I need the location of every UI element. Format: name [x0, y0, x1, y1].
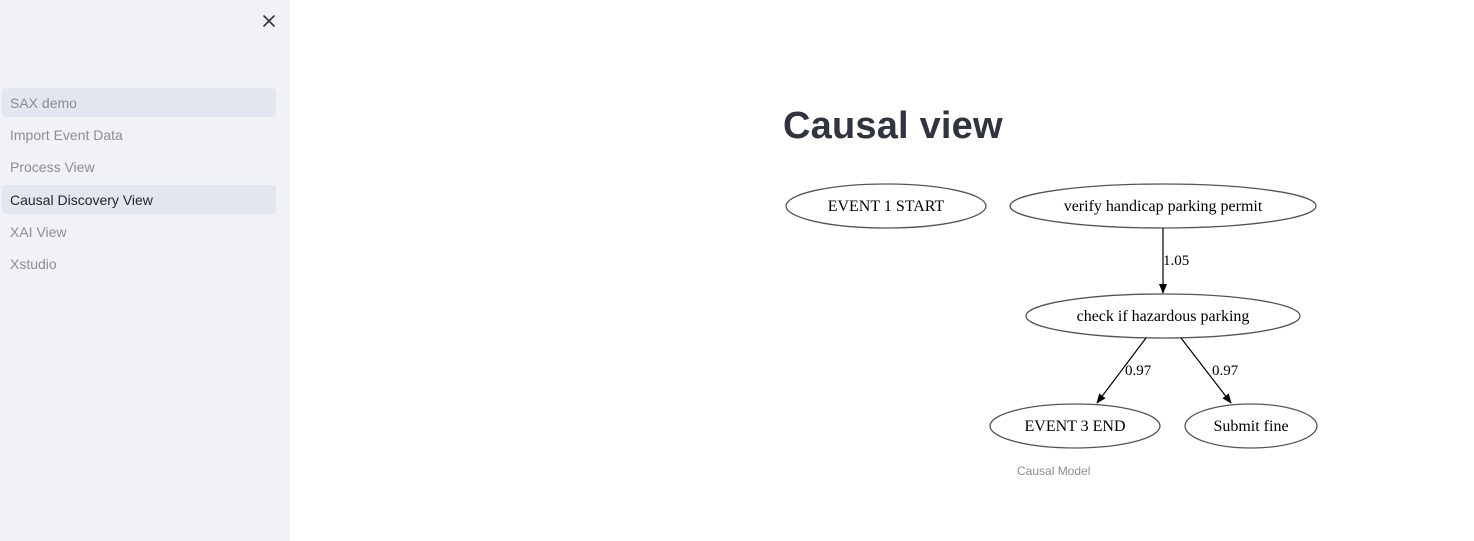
node-label: EVENT 3 END	[1024, 418, 1125, 435]
close-sidebar-button[interactable]	[259, 11, 279, 31]
graph-node-event3-end: EVENT 3 END	[989, 403, 1161, 449]
graph-node-verify-permit: verify handicap parking permit	[1009, 183, 1317, 229]
sidebar-item-label: Xstudio	[10, 256, 57, 273]
sidebar-item-xai-view[interactable]: XAI View	[2, 218, 276, 247]
sidebar: SAX demo Import Event Data Process View …	[0, 0, 290, 541]
sidebar-item-label: Process View	[10, 159, 95, 176]
sidebar-item-label: Import Event Data	[10, 126, 123, 143]
edge-label: 0.97	[1125, 363, 1152, 379]
sidebar-nav: SAX demo Import Event Data Process View …	[2, 88, 276, 282]
graph-edge-verify-to-check: 1.05	[1159, 228, 1189, 294]
node-label: check if hazardous parking	[1077, 308, 1250, 325]
node-label: EVENT 1 START	[828, 198, 945, 215]
graph-node-check-hazardous: check if hazardous parking	[1025, 293, 1301, 339]
node-label: verify handicap parking permit	[1064, 198, 1263, 215]
sidebar-item-label: XAI View	[10, 224, 67, 241]
edge-label: 1.05	[1163, 253, 1189, 269]
sidebar-item-sax-demo[interactable]: SAX demo	[2, 88, 276, 117]
sidebar-item-process-view[interactable]: Process View	[2, 153, 276, 182]
graph-node-event1-start: EVENT 1 START	[785, 183, 987, 229]
sidebar-item-import-event-data[interactable]: Import Event Data	[2, 120, 276, 149]
sidebar-item-label: SAX demo	[10, 94, 77, 111]
graph-edge-check-to-fine: 0.97	[1180, 337, 1239, 404]
main-content: Causal view EVENT 1 START verify handica…	[290, 0, 1474, 541]
sidebar-item-label: Causal Discovery View	[10, 191, 153, 208]
page-title: Causal view	[783, 105, 1003, 147]
edge-label: 0.97	[1212, 363, 1239, 379]
graph-node-submit-fine: Submit fine	[1184, 403, 1318, 449]
sidebar-item-xstudio[interactable]: Xstudio	[2, 250, 276, 279]
node-label: Submit fine	[1213, 418, 1288, 435]
causal-graph: EVENT 1 START verify handicap parking pe…	[785, 183, 1318, 449]
close-icon	[263, 15, 275, 27]
sidebar-item-causal-discovery-view[interactable]: Causal Discovery View	[2, 185, 276, 215]
app-window: SAX demo Import Event Data Process View …	[0, 0, 1474, 541]
graph-caption: Causal Model	[1017, 464, 1091, 478]
graph-edge-check-to-end: 0.97	[1096, 337, 1152, 404]
